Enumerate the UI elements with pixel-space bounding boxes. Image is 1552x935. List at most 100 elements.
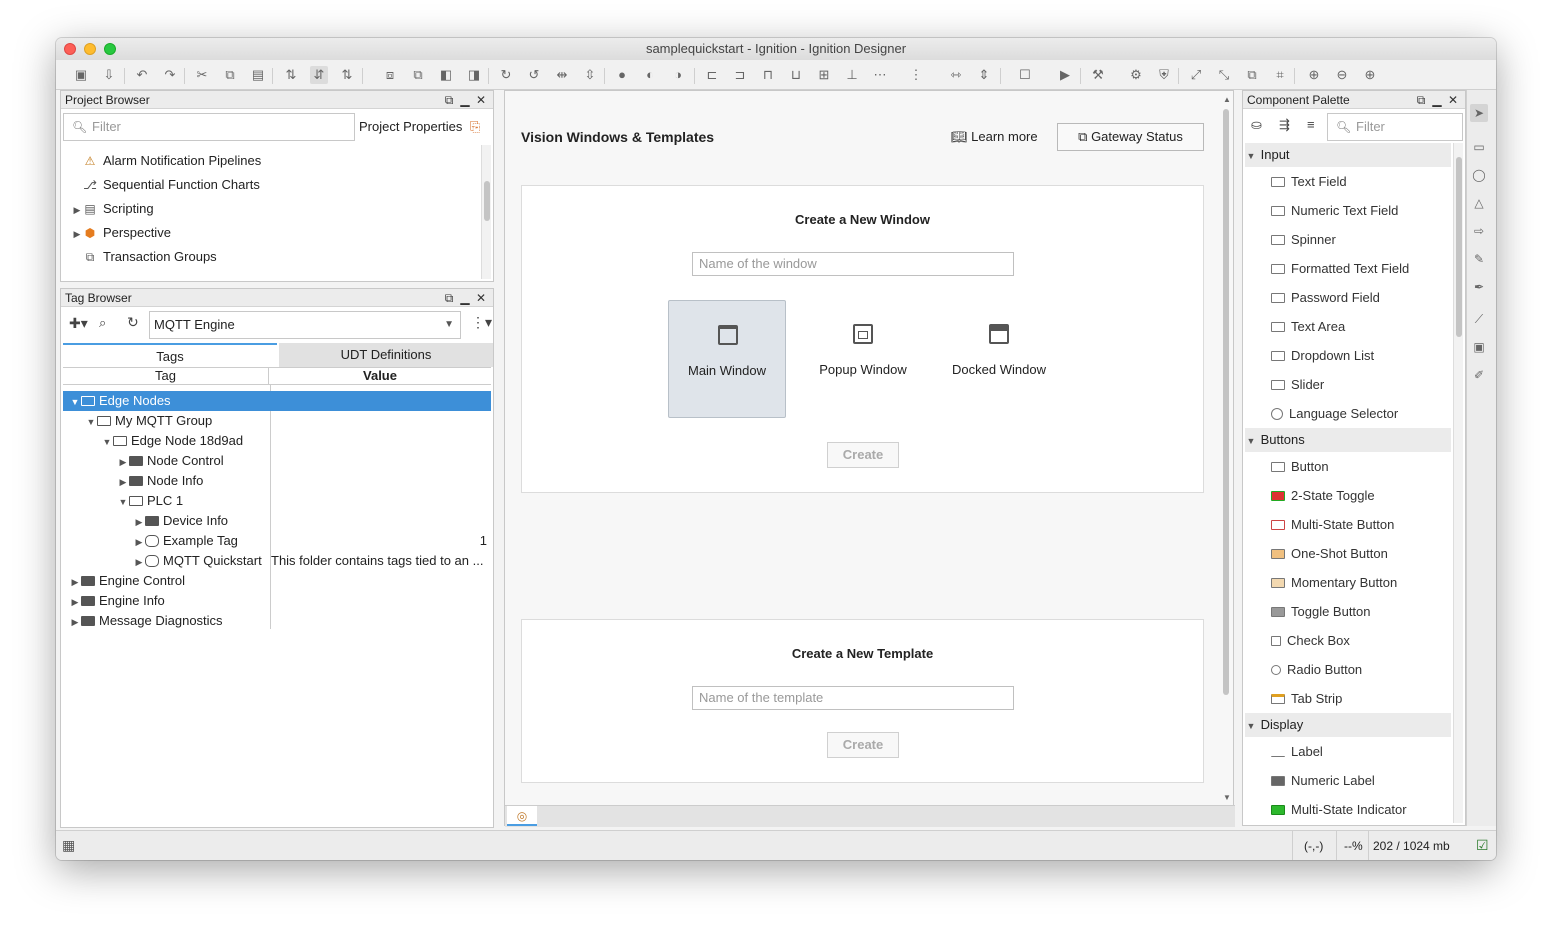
minimize-window-button[interactable]: [84, 43, 96, 55]
fit-window-icon[interactable]: ⤢: [1187, 66, 1205, 84]
ellipse-tool-icon[interactable]: ◯: [1470, 166, 1488, 184]
expand-icon[interactable]: ▶: [133, 512, 145, 532]
polygon-tool-icon[interactable]: △: [1470, 194, 1488, 212]
close-panel-icon[interactable]: ✕: [473, 289, 489, 307]
palette-item[interactable]: Slider: [1245, 370, 1451, 399]
image-tool-icon[interactable]: ▣: [1470, 338, 1488, 356]
close-panel-icon[interactable]: ✕: [473, 91, 489, 109]
tree-item-alarm-pipelines[interactable]: ⚠ Alarm Notification Pipelines: [71, 151, 262, 171]
palette-item[interactable]: Check Box: [1245, 626, 1451, 655]
refresh-icon[interactable]: ↻: [127, 314, 139, 331]
table-row[interactable]: ▶ MQTT Quickstart This folder contains ta…: [133, 551, 491, 571]
palette-item[interactable]: Multi-State Indicator: [1245, 795, 1451, 823]
close-panel-icon[interactable]: ✕: [1445, 91, 1461, 109]
palette-item[interactable]: One-Shot Button: [1245, 539, 1451, 568]
more-options-icon[interactable]: ⋮▾: [471, 314, 492, 331]
table-row[interactable]: ▶ Device Info: [133, 511, 229, 532]
table-row[interactable]: ▶ Example Tag 1: [133, 531, 491, 551]
vision-workspace-tab-icon[interactable]: ◎: [507, 806, 537, 826]
popup-window-option[interactable]: Popup Window: [804, 300, 922, 418]
column-header-tag[interactable]: Tag: [63, 368, 269, 384]
table-row[interactable]: ▶ Message Diagnostics: [69, 611, 223, 631]
fit-screen-icon[interactable]: ⤡: [1215, 66, 1233, 84]
expand-icon[interactable]: ▶: [117, 472, 129, 492]
tag-provider-select[interactable]: MQTT Engine ▼: [149, 311, 461, 339]
minimize-panel-icon[interactable]: ▁: [457, 91, 473, 109]
pen-tool-icon[interactable]: ✒: [1470, 278, 1488, 296]
resize-component-icon[interactable]: ⧉: [1243, 66, 1261, 84]
expand-icon[interactable]: ▶: [69, 612, 81, 632]
security-shield-icon[interactable]: ⛨: [1155, 66, 1173, 84]
template-name-input[interactable]: Name of the template: [692, 686, 1014, 710]
palette-item[interactable]: Label: [1245, 737, 1451, 766]
expand-icon[interactable]: ▶: [133, 532, 145, 552]
float-panel-icon[interactable]: ⧉: [441, 289, 457, 307]
layout-icon[interactable]: ⌗: [1271, 66, 1289, 84]
zoom-out-icon[interactable]: ⊖: [1333, 66, 1351, 84]
undo-icon[interactable]: ↶: [133, 66, 151, 84]
line-tool-icon[interactable]: ⟋: [1470, 310, 1488, 328]
palette-item[interactable]: Dropdown List: [1245, 341, 1451, 370]
expand-icon[interactable]: ▶: [69, 572, 81, 592]
copy-icon[interactable]: ⧉: [221, 66, 239, 84]
search-tags-icon[interactable]: ⌕: [99, 315, 106, 331]
pointer-tool-icon[interactable]: ➤: [1470, 104, 1488, 122]
tab-udt-definitions[interactable]: UDT Definitions: [279, 343, 493, 367]
tree-item-sfc[interactable]: ⎇ Sequential Function Charts: [71, 175, 260, 195]
palette-item[interactable]: Spinner: [1245, 225, 1451, 254]
zoom-in-icon[interactable]: ⊕: [1361, 66, 1379, 84]
learn-more-link[interactable]: 📖︎ Learn more: [951, 129, 1038, 145]
comm-off-icon[interactable]: ⇅: [282, 66, 300, 84]
palette-item[interactable]: Numeric Label: [1245, 766, 1451, 795]
docked-window-option[interactable]: Docked Window: [940, 300, 1058, 418]
expand-icon[interactable]: ▶: [71, 224, 83, 244]
palette-item[interactable]: Language Selector: [1245, 399, 1451, 428]
close-window-button[interactable]: [64, 43, 76, 55]
table-row[interactable]: ▶ Engine Info: [69, 591, 165, 611]
zoom-fit-icon[interactable]: ⊕: [1305, 66, 1323, 84]
expand-icon[interactable]: ▶: [133, 552, 145, 571]
minimize-panel-icon[interactable]: ▁: [1429, 91, 1445, 109]
cut-icon[interactable]: ✂: [193, 66, 211, 84]
table-row[interactable]: ▶ Node Info: [117, 471, 204, 492]
collapse-icon[interactable]: ▼: [117, 492, 129, 512]
create-template-button[interactable]: Create: [827, 732, 899, 758]
palette-view-icon[interactable]: ⛀: [1251, 117, 1262, 133]
wrench-icon[interactable]: ⚒: [1089, 66, 1107, 84]
table-row[interactable]: ▼ Edge Nodes: [63, 391, 491, 411]
arrow-tool-icon[interactable]: ⇨: [1470, 222, 1488, 240]
tab-tags[interactable]: Tags: [63, 343, 277, 367]
collapse-icon[interactable]: ▼: [101, 432, 113, 452]
palette-item[interactable]: Toggle Button: [1245, 597, 1451, 626]
checklist-icon[interactable]: ☑: [1476, 837, 1489, 854]
tree-item-perspective[interactable]: ▶ ⬢ Perspective: [71, 223, 171, 243]
column-header-value[interactable]: Value: [270, 368, 490, 384]
expand-all-icon[interactable]: ⇶: [1279, 117, 1290, 133]
palette-item[interactable]: Tab Strip: [1245, 684, 1451, 713]
add-tag-icon[interactable]: ✚▾: [69, 315, 88, 332]
project-properties-button[interactable]: Project Properties ⎘: [359, 113, 491, 141]
expand-icon[interactable]: ▶: [117, 452, 129, 472]
main-window-option[interactable]: Main Window: [668, 300, 786, 418]
table-row[interactable]: ▼ Edge Node 18d9ad: [101, 431, 244, 452]
palette-item[interactable]: Numeric Text Field: [1245, 196, 1451, 225]
table-row[interactable]: ▼ PLC 1: [117, 491, 184, 512]
paste-icon[interactable]: ▤: [249, 66, 267, 84]
eyedropper-tool-icon[interactable]: ✐: [1470, 366, 1488, 384]
collapse-icon[interactable]: ▼: [85, 412, 97, 432]
table-row[interactable]: ▶ Node Control: [117, 451, 224, 471]
edit-properties-icon[interactable]: ⚙: [1127, 66, 1145, 84]
tree-item-scripting[interactable]: ▶ ▤ Scripting: [71, 199, 154, 219]
grid-view-icon[interactable]: ▦: [62, 837, 75, 854]
save-publish-icon[interactable]: ⇩: [100, 66, 118, 84]
palette-category-buttons[interactable]: ▼ Buttons: [1245, 428, 1451, 452]
float-panel-icon[interactable]: ⧉: [1413, 91, 1429, 109]
palette-item[interactable]: Text Field: [1245, 167, 1451, 196]
zoom-window-button[interactable]: [104, 43, 116, 55]
expand-icon[interactable]: ▶: [69, 592, 81, 612]
tree-item-transaction-groups[interactable]: ⧉ Transaction Groups: [71, 247, 217, 267]
project-tree-scrollbar[interactable]: [481, 145, 491, 279]
gateway-status-button[interactable]: ⧉ Gateway Status: [1057, 123, 1204, 151]
collapse-icon[interactable]: ▼: [69, 392, 81, 412]
palette-item[interactable]: Multi-State Button: [1245, 510, 1451, 539]
